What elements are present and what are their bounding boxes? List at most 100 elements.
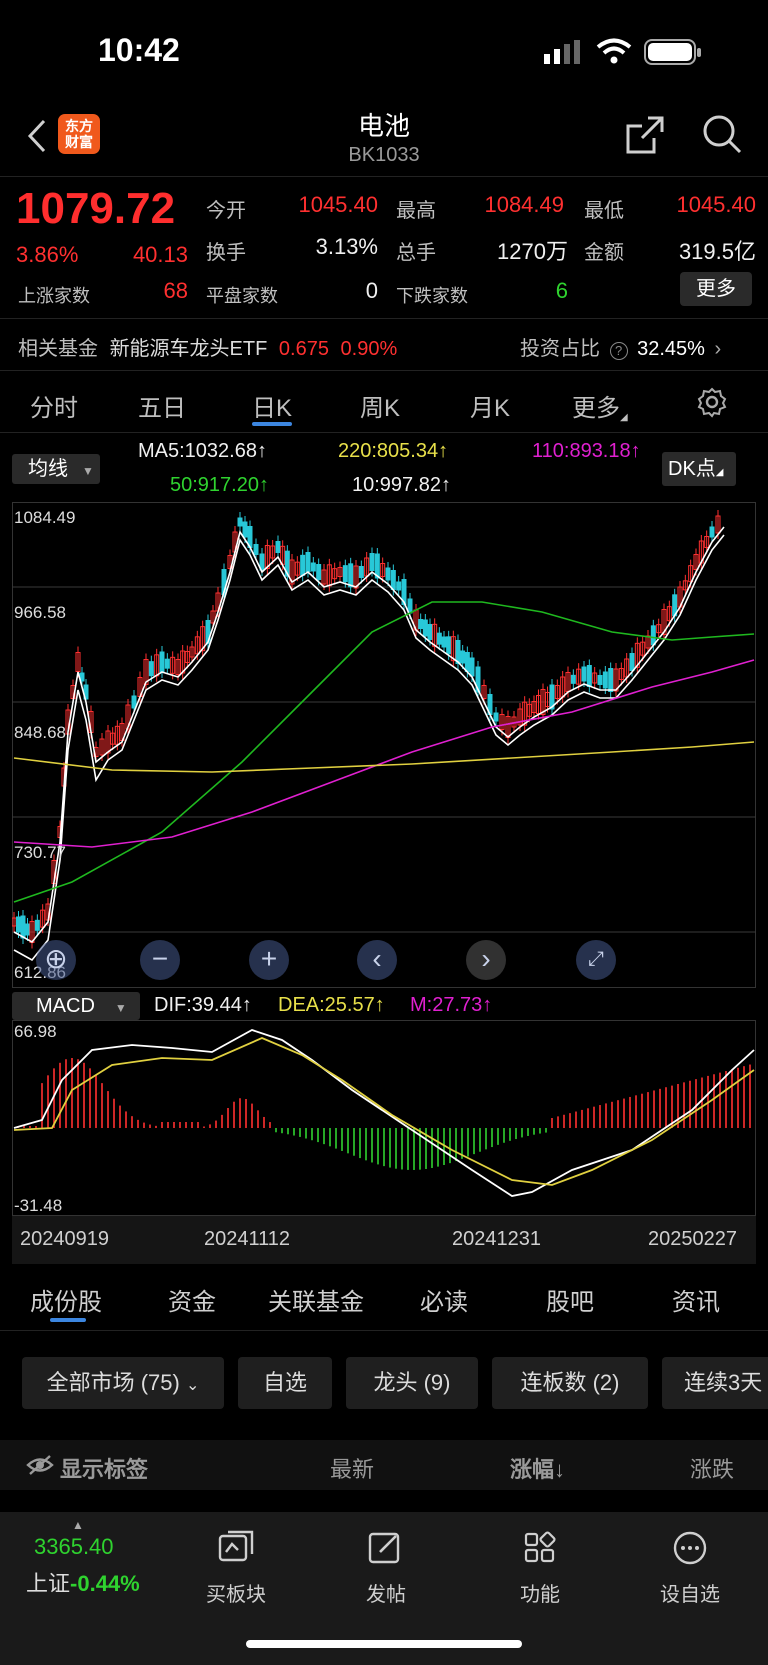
- invest-ratio-label: 投资占比: [520, 338, 600, 360]
- help-icon[interactable]: ?: [609, 342, 628, 360]
- tab-weekly-k[interactable]: 周K: [360, 388, 400, 423]
- share-icon[interactable]: [624, 114, 666, 156]
- tab-related-funds[interactable]: 关联基金: [268, 1282, 364, 1317]
- chip-leaders[interactable]: 龙头 (9): [346, 1357, 478, 1409]
- flat-count-label: 平盘家数: [206, 286, 278, 306]
- invest-ratio-row[interactable]: 投资占比 ? 32.45% ›: [520, 332, 721, 361]
- col-change-pct[interactable]: 涨幅↓: [510, 1452, 565, 1484]
- macd-chart[interactable]: [12, 1020, 756, 1216]
- candle-body: [348, 563, 354, 588]
- candle-body: [629, 653, 635, 671]
- show-tags-toggle[interactable]: 显示标签: [60, 1452, 148, 1484]
- tab-constituents[interactable]: 成份股: [30, 1282, 102, 1317]
- candle-body: [369, 553, 375, 571]
- tab-forum[interactable]: 股吧: [546, 1282, 594, 1317]
- chevron-down-icon: ▼: [82, 464, 94, 478]
- col-change-amount[interactable]: 涨跌: [690, 1452, 768, 1484]
- low-label: 最低: [584, 200, 624, 222]
- search-icon[interactable]: [700, 112, 744, 156]
- high-value: 1084.49: [484, 192, 564, 217]
- settings-icon[interactable]: [696, 386, 728, 418]
- dk-point-label: DK点: [668, 458, 716, 480]
- dif-line: [13, 1029, 755, 1197]
- candle-body: [20, 915, 26, 939]
- candle-body: [25, 923, 30, 936]
- tab-funds-flow[interactable]: 资金: [168, 1282, 216, 1317]
- candle-body: [586, 665, 592, 687]
- macd-select[interactable]: MACD ▼: [12, 992, 140, 1020]
- chip-consecutive-days[interactable]: 连续3天: [662, 1357, 768, 1409]
- zoom-in-button[interactable]: +: [249, 940, 289, 980]
- tab-more-label: 更多: [572, 395, 620, 422]
- candle-body: [396, 581, 402, 591]
- candle-body: [436, 632, 442, 645]
- ma220-legend: 220:805.34↑: [338, 440, 449, 462]
- y-tick-3: 848.68: [14, 723, 66, 742]
- expand-up-icon[interactable]: ▲: [72, 1518, 84, 1532]
- index-value: 3365.40: [34, 1534, 114, 1559]
- ma50-legend: 50:917.20↑: [170, 474, 269, 496]
- related-fund-label: 相关基金: [18, 338, 98, 360]
- tab-five-day[interactable]: 五日: [138, 388, 186, 423]
- status-time: 10:42: [98, 32, 180, 68]
- low-value: 1045.40: [676, 192, 756, 217]
- last-price: 1079.72: [16, 184, 176, 233]
- date-label: 20250227: [648, 1228, 737, 1250]
- candle-body: [422, 619, 428, 637]
- tab-intraday[interactable]: 分时: [30, 388, 78, 423]
- fund-pct: 0.90%: [340, 338, 398, 360]
- volume-label: 总手: [396, 242, 436, 264]
- chip-all-market[interactable]: 全部市场 (75) ⌄: [22, 1357, 224, 1409]
- nav-post[interactable]: 发帖: [336, 1530, 436, 1607]
- tab-daily-k[interactable]: 日K: [252, 388, 292, 423]
- change-value: 40.13: [132, 242, 188, 267]
- chip-consecutive-limit[interactable]: 连板数 (2): [492, 1357, 648, 1409]
- open-value: 1045.40: [298, 192, 378, 217]
- zoom-out-button[interactable]: −: [140, 940, 180, 980]
- tab-news[interactable]: 资讯: [672, 1282, 720, 1317]
- fullscreen-button[interactable]: ⤢: [576, 940, 616, 980]
- turnover-value: 3.13%: [315, 234, 378, 259]
- related-fund-row[interactable]: 相关基金 新能源车龙头ETF 0.675 0.90%: [18, 332, 397, 361]
- down-count: 6: [555, 278, 568, 303]
- kline-chart[interactable]: [12, 502, 756, 988]
- eye-off-icon[interactable]: [26, 1454, 54, 1476]
- tab-monthly-k[interactable]: 月K: [470, 388, 510, 423]
- nav-buy-sector[interactable]: 买板块: [186, 1530, 286, 1607]
- candle-body: [597, 675, 603, 685]
- nav-add-watchlist[interactable]: 设自选: [640, 1530, 740, 1607]
- volume-value: 1270万: [497, 239, 568, 264]
- edit-icon: [368, 1532, 400, 1564]
- macd-select-label: MACD: [36, 995, 95, 1017]
- candle-body: [16, 916, 21, 933]
- candle-body: [310, 562, 316, 572]
- index-ticker[interactable]: 上证-0.44%: [26, 1566, 140, 1598]
- more-dots-icon: [673, 1531, 707, 1565]
- scroll-right-button[interactable]: ›: [466, 940, 506, 980]
- dk-point-button[interactable]: DK点◢: [662, 452, 736, 486]
- tab-must-read[interactable]: 必读: [420, 1282, 468, 1317]
- ma110-legend: 110:893.18↑: [532, 440, 641, 462]
- battery-icon: [644, 39, 701, 65]
- macd-y-top: 66.98: [14, 1022, 57, 1041]
- flat-count: 0: [365, 278, 378, 303]
- change-pct: 3.86%: [16, 242, 79, 267]
- chip-all-market-label: 全部市场 (75): [46, 1370, 180, 1395]
- up-count-label: 上涨家数: [18, 286, 90, 306]
- scroll-left-button[interactable]: ‹: [357, 940, 397, 980]
- chip-watchlist[interactable]: 自选: [238, 1357, 332, 1409]
- candle-body: [493, 712, 499, 722]
- nav-functions[interactable]: 功能: [490, 1530, 590, 1607]
- indicator-select[interactable]: 均线 ▼: [12, 454, 100, 484]
- tab-more[interactable]: 更多◢: [572, 388, 628, 423]
- header: 东方 财富 电池 BK1033: [0, 98, 768, 176]
- pan-start-button[interactable]: ⊕: [36, 940, 76, 980]
- col-latest[interactable]: 最新: [330, 1452, 374, 1484]
- candle-body: [581, 666, 587, 682]
- candle-body: [148, 661, 154, 677]
- chevron-down-icon: ⌄: [185, 1377, 200, 1394]
- candle-body: [427, 624, 433, 640]
- macd-m: M:27.73↑: [410, 994, 493, 1016]
- open-label: 今开: [206, 200, 246, 222]
- more-quote-button[interactable]: 更多: [680, 272, 752, 306]
